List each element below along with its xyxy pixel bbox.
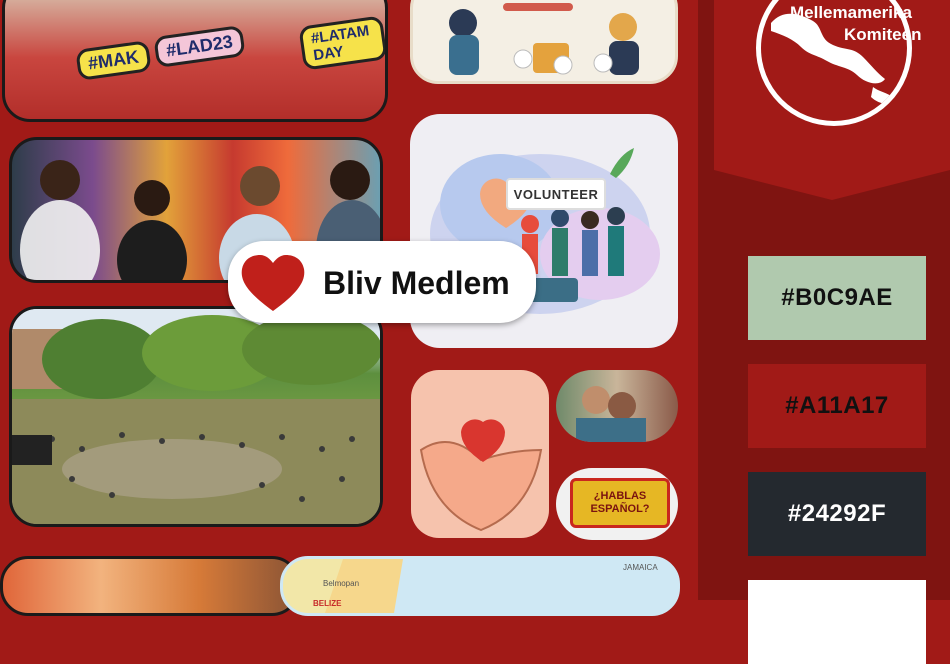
photo-park-festival	[9, 306, 383, 527]
illustration-people-bottom	[0, 556, 300, 616]
color-swatch-sage: #B0C9AE	[748, 256, 926, 340]
heart-icon	[241, 255, 305, 311]
hablas-line-2: ESPAÑOL?	[590, 503, 650, 515]
map-label-belmopan: Belmopan	[323, 579, 360, 588]
color-swatch-charcoal: #24292F	[748, 472, 926, 556]
color-swatch-red: #A11A17	[748, 364, 926, 448]
sign-lad23: #LAD23	[153, 24, 246, 69]
map-label-jamaica: JAMAICA	[623, 563, 658, 572]
illustration-meeting	[410, 0, 678, 84]
map-central-america: Belmopan BELIZE JAMAICA	[280, 556, 680, 616]
join-member-label: Bliv Medlem	[323, 265, 510, 301]
photo-group-selfie	[556, 370, 678, 442]
hablas-line-1: ¿HABLAS	[593, 490, 647, 502]
volunteer-banner: VOLUNTEER	[506, 178, 606, 210]
illustration-hands-heart	[411, 370, 549, 538]
color-swatch-white	[748, 580, 926, 664]
hablas-espanol-badge: ¿HABLAS ESPAÑOL?	[570, 478, 670, 528]
logo-text: Mellemamerika Komiteen	[790, 2, 950, 46]
logo-line-2: Komiteen	[844, 25, 922, 44]
join-member-button[interactable]: Bliv Medlem	[228, 241, 536, 323]
logo-line-1: Mellemamerika	[790, 3, 912, 22]
map-label-belize: BELIZE	[313, 599, 342, 608]
sign-mak: #MAK	[75, 40, 152, 81]
sign-latam-day: #LATAM DAY	[298, 15, 385, 71]
photo-latam-day-crowd: #MAK #LAD23 #LATAM DAY	[2, 0, 388, 122]
